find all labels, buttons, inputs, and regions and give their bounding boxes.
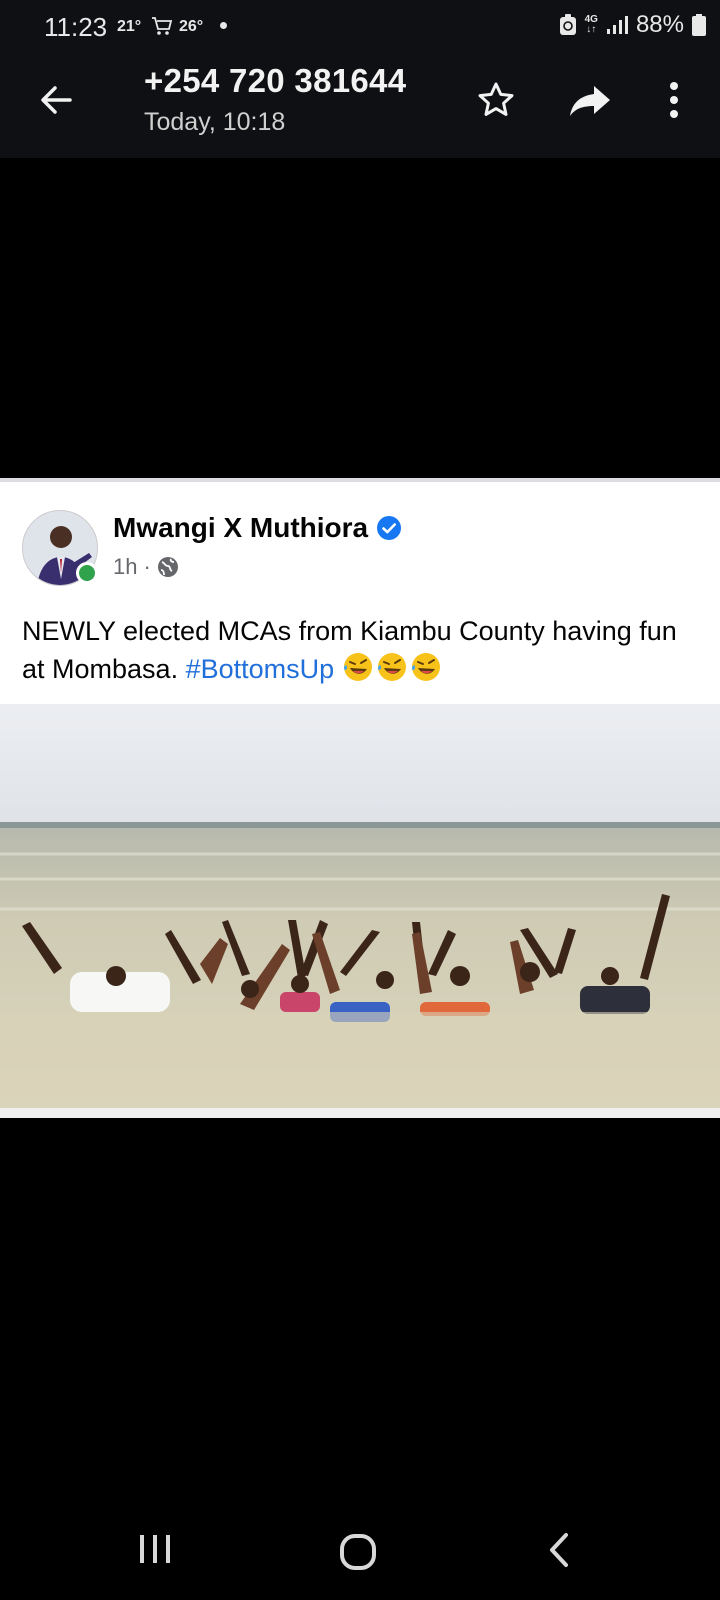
star-icon[interactable] <box>476 80 516 120</box>
home-icon[interactable] <box>338 1532 378 1572</box>
notification-dot-icon <box>220 22 227 29</box>
more-options-icon[interactable] <box>660 78 688 122</box>
rolling-laughing-emoji-icon <box>377 653 406 681</box>
author-name[interactable]: Mwangi X Muthiora <box>113 512 368 544</box>
meta-separator: · <box>143 554 151 579</box>
battery-percentage: 88% <box>635 11 684 38</box>
app-bar: +254 720 381644 Today, 10:18 <box>0 50 720 158</box>
laughing-emojis <box>342 653 444 684</box>
verified-badge-icon <box>377 516 402 540</box>
post-author[interactable]: Mwangi X Muthiora <box>113 512 402 544</box>
shopping-cart-icon <box>152 17 173 35</box>
status-bar: 11:23 21° 26° 4G ↓↑ 88% <box>0 0 720 50</box>
post-time[interactable]: 1h <box>113 554 137 580</box>
rolling-laughing-emoji-icon <box>343 653 372 681</box>
contact-number-title: +254 720 381644 <box>144 62 407 99</box>
post-caption: NEWLY elected MCAs from Kiambu County ha… <box>22 612 702 688</box>
message-timestamp: Today, 10:18 <box>144 108 286 136</box>
back-arrow-icon[interactable] <box>36 80 76 120</box>
network-type: 4G <box>584 14 598 25</box>
network-type-label: 4G ↓↑ <box>584 14 598 35</box>
facebook-post-card: Mwangi X Muthiora 1h · NEWLY elected MCA… <box>0 482 720 704</box>
data-saver-icon <box>559 14 576 35</box>
post-photo[interactable] <box>0 704 720 1108</box>
status-temperature-2: 26° <box>179 18 204 35</box>
recent-apps-icon[interactable] <box>138 1532 172 1566</box>
nav-back-icon[interactable] <box>546 1532 572 1568</box>
share-forward-icon[interactable] <box>568 80 612 120</box>
post-meta: 1h · <box>113 554 179 580</box>
public-globe-icon <box>157 557 178 577</box>
online-status-indicator <box>76 562 98 584</box>
status-temperature-1: 21° <box>117 18 142 35</box>
rolling-laughing-emoji-icon <box>411 653 440 681</box>
status-time: 11:23 <box>44 12 108 42</box>
signal-icon <box>606 16 628 34</box>
hashtag-link[interactable]: #BottomsUp <box>186 654 335 684</box>
battery-icon <box>692 14 706 36</box>
photo-divider <box>0 1108 720 1118</box>
beach-group-photo <box>0 704 720 1108</box>
status-right-cluster: 4G ↓↑ 88% <box>559 10 706 40</box>
